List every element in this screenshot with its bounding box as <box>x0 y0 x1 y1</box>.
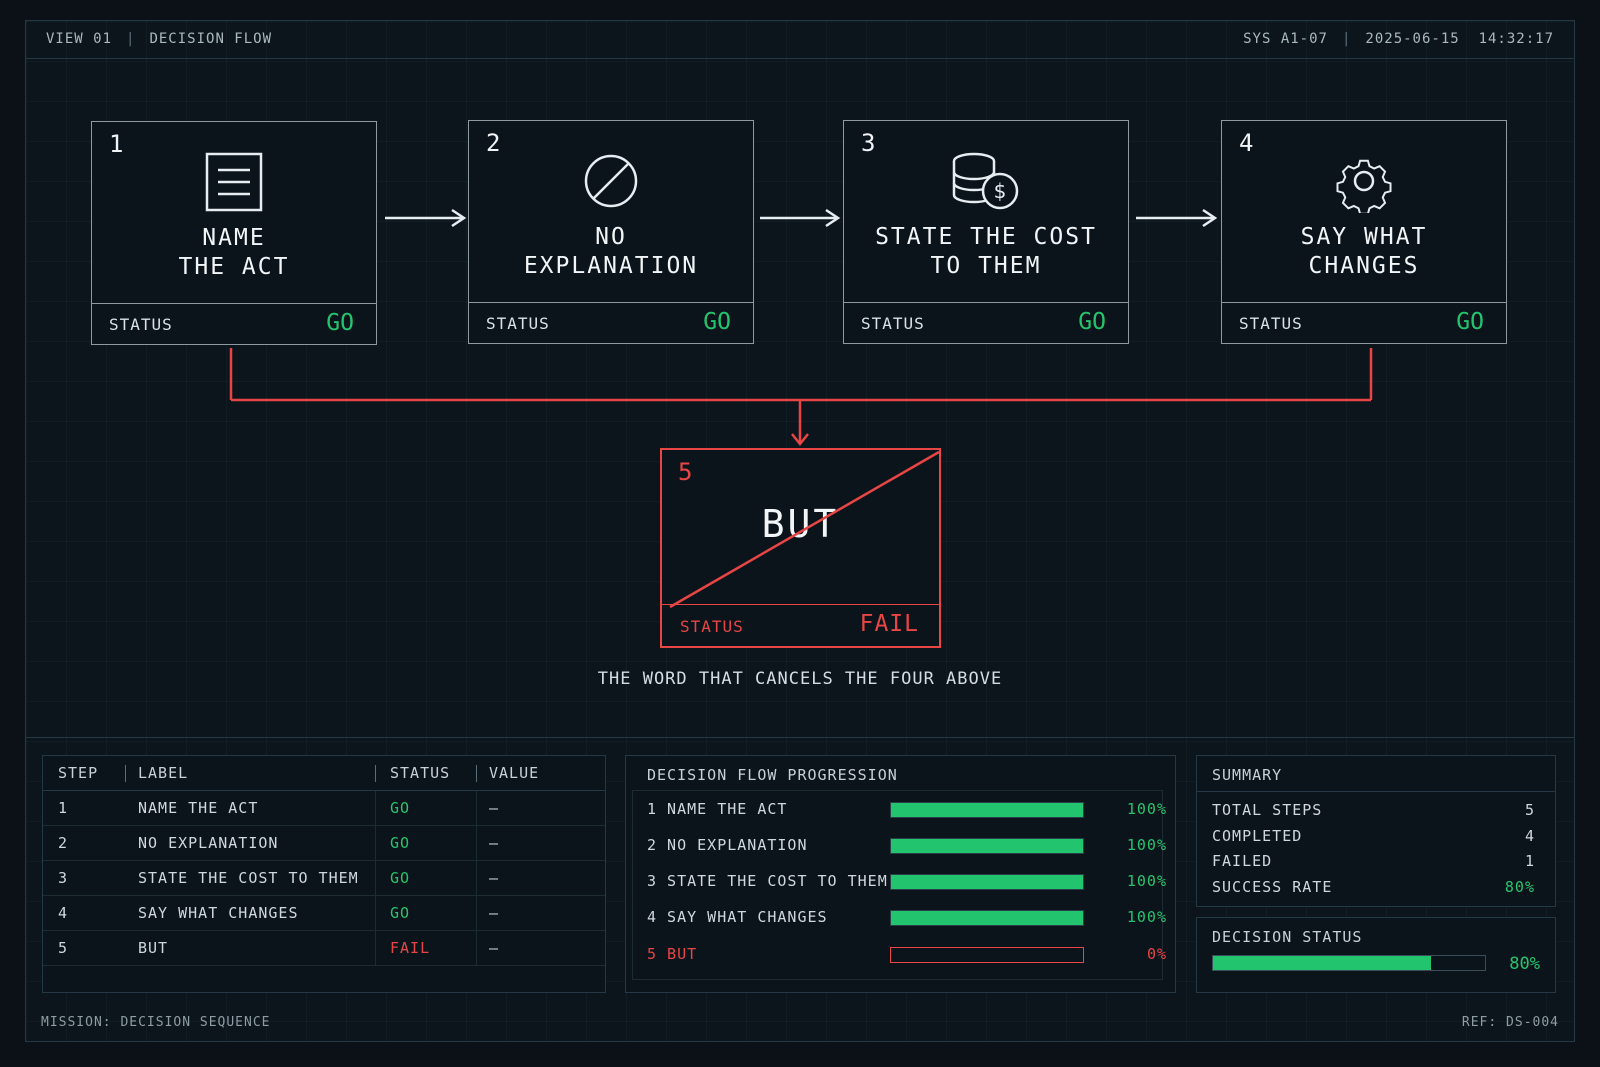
step-card-5-fail[interactable]: 5 BUT STATUS FAIL <box>660 448 941 648</box>
status-label: STATUS <box>109 315 173 334</box>
status-label: STATUS <box>1239 314 1303 333</box>
status-bar: STATUS GO <box>1222 302 1506 343</box>
progress-row: 5 BUT 0% <box>647 945 1167 963</box>
status-bar: STATUS GO <box>469 302 753 343</box>
progress-bar <box>890 838 1084 854</box>
summary-row: TOTAL STEPS 5 <box>1212 801 1535 819</box>
summary-row: COMPLETED 4 <box>1212 827 1535 845</box>
steps-table: STEP LABEL STATUS VALUE 1 NAME THE ACT G… <box>42 755 606 993</box>
status-label: STATUS <box>680 617 744 636</box>
col-value: VALUE <box>489 764 540 782</box>
table-row[interactable]: 1 NAME THE ACT GO — <box>43 791 605 826</box>
col-label: LABEL <box>138 764 189 782</box>
table-row[interactable]: 5 BUT FAIL — <box>43 931 605 966</box>
document-icon <box>92 150 376 214</box>
decision-status-percent: 80% <box>1509 954 1540 974</box>
table-header: STEP LABEL STATUS VALUE <box>43 756 605 791</box>
step-card-1[interactable]: 1 NAME THE ACT STATUS GO <box>91 121 377 345</box>
progression-title: DECISION FLOW PROGRESSION <box>647 766 898 784</box>
col-status: STATUS <box>390 764 451 782</box>
progress-row: 4 SAY WHAT CHANGES 100% <box>647 908 1167 926</box>
section-divider <box>25 737 1575 738</box>
progress-row: 2 NO EXPLANATION 100% <box>647 836 1167 854</box>
summary-title: SUMMARY <box>1212 766 1283 784</box>
status-label: STATUS <box>486 314 550 333</box>
status-value: GO <box>703 309 731 335</box>
decision-status-title: DECISION STATUS <box>1212 928 1363 946</box>
mission-label: MISSION: DECISION SEQUENCE <box>41 1015 271 1030</box>
strike-through-line <box>669 450 939 609</box>
status-bar: STATUS GO <box>92 303 376 344</box>
svg-text:$: $ <box>994 179 1007 203</box>
progression-panel: DECISION FLOW PROGRESSION 1 NAME THE ACT… <box>625 755 1176 993</box>
step-title: NAME THE ACT <box>178 225 290 280</box>
status-bar: STATUS FAIL <box>662 604 939 646</box>
reference-label: REF: DS-004 <box>1461 1015 1559 1030</box>
coins-dollar-icon: $ <box>844 149 1128 213</box>
progress-row: 3 STATE THE COST TO THEM 100% <box>647 872 1167 890</box>
progress-bar <box>890 910 1084 926</box>
progress-row: 1 NAME THE ACT 100% <box>647 800 1167 818</box>
status-value: GO <box>1078 309 1106 335</box>
summary-row: SUCCESS RATE 80% <box>1212 878 1535 896</box>
step-card-4[interactable]: 4 SAY WHAT CHANGES STATUS GO <box>1221 120 1507 344</box>
step-title: SAY WHAT CHANGES <box>1300 224 1428 279</box>
step-title: STATE THE COST TO THEM <box>875 224 1097 279</box>
step-title: NO EXPLANATION <box>523 224 699 279</box>
summary-panel: SUMMARY TOTAL STEPS 5 COMPLETED 4 FAILED 1 … <box>1196 755 1556 907</box>
status-value: FAIL <box>859 611 919 637</box>
table-row[interactable]: 3 STATE THE COST TO THEM GO — <box>43 861 605 896</box>
table-row[interactable]: 4 SAY WHAT CHANGES GO — <box>43 896 605 931</box>
gear-icon <box>1222 149 1506 213</box>
prohibited-icon <box>469 149 753 213</box>
status-label: STATUS <box>861 314 925 333</box>
flow-caption: THE WORD THAT CANCELS THE FOUR ABOVE <box>597 669 1003 689</box>
summary-row: FAILED 1 <box>1212 852 1535 870</box>
table-row[interactable]: 2 NO EXPLANATION GO — <box>43 826 605 861</box>
decision-status-bar <box>1212 955 1486 971</box>
status-bar: STATUS GO <box>844 302 1128 343</box>
col-step: STEP <box>58 764 99 782</box>
progress-bar <box>890 947 1084 963</box>
decision-status-panel: DECISION STATUS 80% <box>1196 917 1556 993</box>
progress-bar <box>890 802 1084 818</box>
step-card-3[interactable]: 3 $ STATE THE COST TO THEM STATUS GO <box>843 120 1129 344</box>
step-card-2[interactable]: 2 NO EXPLANATION STATUS GO <box>468 120 754 344</box>
status-value: GO <box>1456 309 1484 335</box>
status-value: GO <box>326 310 354 336</box>
progress-bar <box>890 874 1084 890</box>
